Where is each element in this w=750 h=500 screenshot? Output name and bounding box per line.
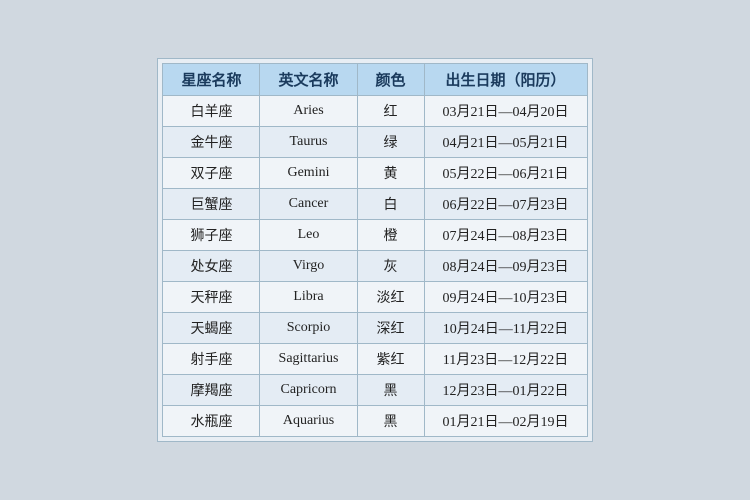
cell-color: 灰 (357, 251, 424, 282)
cell-color: 淡红 (357, 282, 424, 313)
cell-date: 08月24日—09月23日 (424, 251, 587, 282)
cell-color: 深红 (357, 313, 424, 344)
cell-date: 03月21日—04月20日 (424, 96, 587, 127)
table-row: 水瓶座Aquarius黑01月21日—02月19日 (163, 406, 587, 437)
cell-en: Virgo (260, 251, 357, 282)
cell-date: 12月23日—01月22日 (424, 375, 587, 406)
cell-color: 黑 (357, 406, 424, 437)
cell-zh: 天蝎座 (163, 313, 260, 344)
cell-color: 橙 (357, 220, 424, 251)
cell-date: 11月23日—12月22日 (424, 344, 587, 375)
cell-color: 紫红 (357, 344, 424, 375)
cell-zh: 金牛座 (163, 127, 260, 158)
cell-zh: 摩羯座 (163, 375, 260, 406)
cell-zh: 射手座 (163, 344, 260, 375)
cell-en: Taurus (260, 127, 357, 158)
table-row: 天秤座Libra淡红09月24日—10月23日 (163, 282, 587, 313)
cell-date: 10月24日—11月22日 (424, 313, 587, 344)
zodiac-table: 星座名称 英文名称 颜色 出生日期（阳历） 白羊座Aries红03月21日—04… (162, 63, 587, 437)
cell-en: Cancer (260, 189, 357, 220)
col-header-en: 英文名称 (260, 64, 357, 96)
table-row: 金牛座Taurus绿04月21日—05月21日 (163, 127, 587, 158)
cell-color: 黑 (357, 375, 424, 406)
col-header-date: 出生日期（阳历） (424, 64, 587, 96)
cell-date: 01月21日—02月19日 (424, 406, 587, 437)
cell-date: 07月24日—08月23日 (424, 220, 587, 251)
table-header-row: 星座名称 英文名称 颜色 出生日期（阳历） (163, 64, 587, 96)
table-row: 巨蟹座Cancer白06月22日—07月23日 (163, 189, 587, 220)
cell-date: 05月22日—06月21日 (424, 158, 587, 189)
cell-zh: 双子座 (163, 158, 260, 189)
cell-date: 04月21日—05月21日 (424, 127, 587, 158)
cell-color: 红 (357, 96, 424, 127)
table-row: 狮子座Leo橙07月24日—08月23日 (163, 220, 587, 251)
cell-en: Leo (260, 220, 357, 251)
table-row: 摩羯座Capricorn黑12月23日—01月22日 (163, 375, 587, 406)
cell-en: Scorpio (260, 313, 357, 344)
cell-color: 绿 (357, 127, 424, 158)
cell-zh: 巨蟹座 (163, 189, 260, 220)
cell-date: 06月22日—07月23日 (424, 189, 587, 220)
col-header-color: 颜色 (357, 64, 424, 96)
table-row: 天蝎座Scorpio深红10月24日—11月22日 (163, 313, 587, 344)
table-row: 白羊座Aries红03月21日—04月20日 (163, 96, 587, 127)
table-row: 处女座Virgo灰08月24日—09月23日 (163, 251, 587, 282)
cell-color: 黄 (357, 158, 424, 189)
table-row: 双子座Gemini黄05月22日—06月21日 (163, 158, 587, 189)
col-header-zh: 星座名称 (163, 64, 260, 96)
cell-color: 白 (357, 189, 424, 220)
cell-en: Libra (260, 282, 357, 313)
zodiac-table-container: 星座名称 英文名称 颜色 出生日期（阳历） 白羊座Aries红03月21日—04… (157, 58, 592, 442)
cell-en: Sagittarius (260, 344, 357, 375)
cell-zh: 狮子座 (163, 220, 260, 251)
cell-zh: 天秤座 (163, 282, 260, 313)
cell-date: 09月24日—10月23日 (424, 282, 587, 313)
cell-en: Aries (260, 96, 357, 127)
cell-zh: 处女座 (163, 251, 260, 282)
cell-en: Gemini (260, 158, 357, 189)
cell-en: Aquarius (260, 406, 357, 437)
cell-zh: 白羊座 (163, 96, 260, 127)
cell-zh: 水瓶座 (163, 406, 260, 437)
cell-en: Capricorn (260, 375, 357, 406)
table-row: 射手座Sagittarius紫红11月23日—12月22日 (163, 344, 587, 375)
